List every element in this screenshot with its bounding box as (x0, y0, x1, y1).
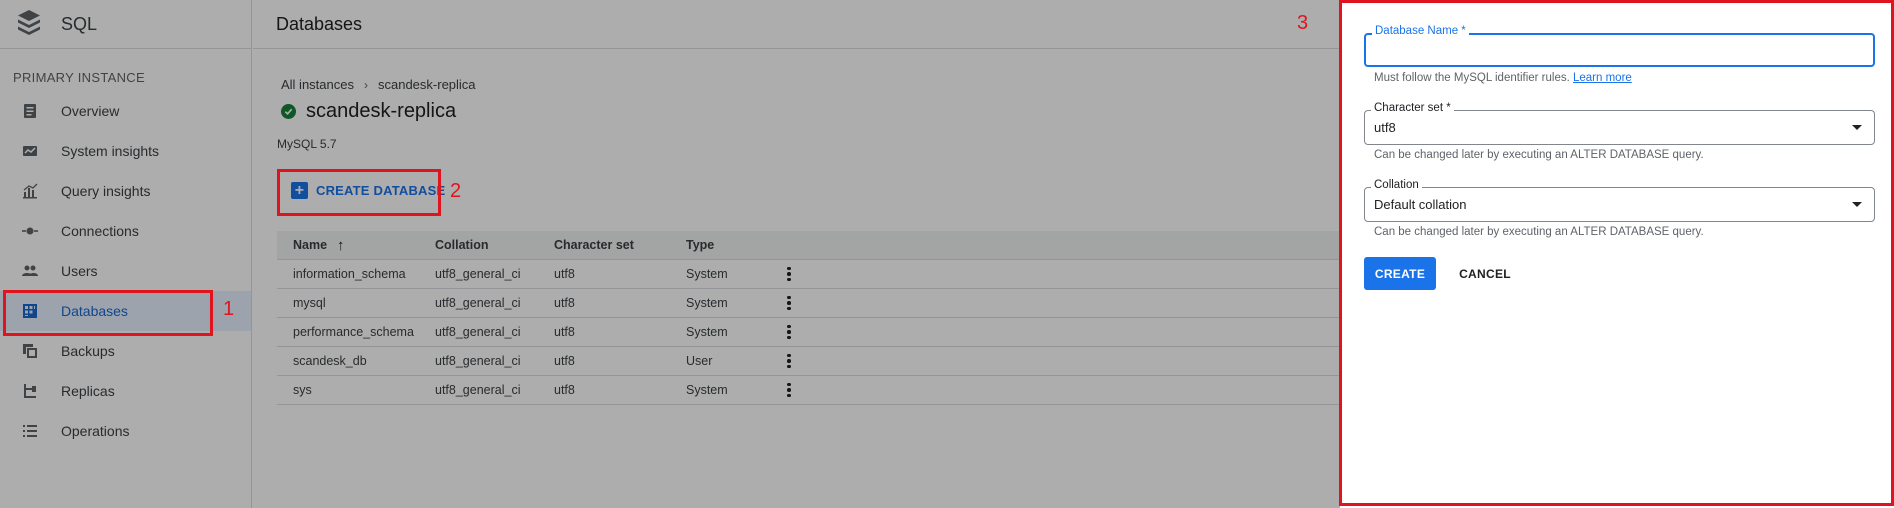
annotation-box-3 (1339, 0, 1894, 506)
annotation-number-1: 1 (223, 298, 235, 320)
annotation-box-2 (277, 169, 441, 216)
annotation-box-1 (3, 290, 213, 336)
annotation-number-3: 3 (1297, 12, 1309, 34)
modal-scrim[interactable] (0, 0, 1340, 508)
annotation-number-2: 2 (450, 180, 462, 202)
